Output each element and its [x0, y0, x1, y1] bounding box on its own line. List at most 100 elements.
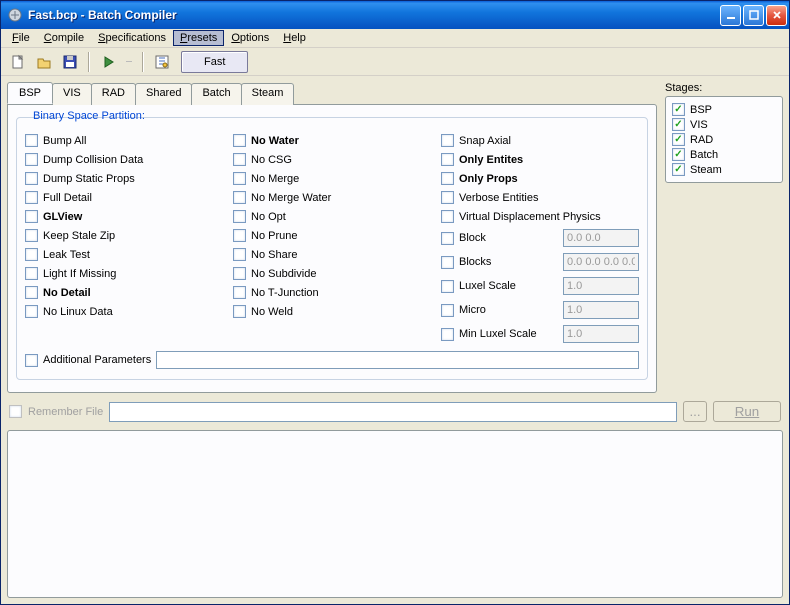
checkbox[interactable]: [233, 305, 246, 318]
browse-button[interactable]: ...: [683, 401, 707, 422]
additional-params-checkbox[interactable]: [25, 354, 38, 367]
stage-label: Batch: [690, 149, 718, 161]
checkbox-label: Blocks: [459, 256, 491, 268]
checkbox[interactable]: [25, 286, 38, 299]
value-input[interactable]: [563, 277, 639, 295]
menu-file[interactable]: File: [5, 30, 37, 46]
tab-vis[interactable]: VIS: [52, 83, 92, 105]
minimize-button[interactable]: [720, 5, 741, 26]
menubar: FileCompileSpecificationsPresetsOptionsH…: [1, 29, 789, 48]
option-no-share: No Share: [233, 248, 433, 261]
tab-shared[interactable]: Shared: [135, 83, 192, 105]
checkbox[interactable]: [441, 210, 454, 223]
checkbox[interactable]: [233, 267, 246, 280]
menu-help[interactable]: Help: [276, 30, 313, 46]
checkbox-label: Full Detail: [43, 192, 92, 204]
option-keep-stale-zip: Keep Stale Zip: [25, 229, 225, 242]
remember-file-input[interactable]: [109, 402, 677, 422]
window-buttons: [720, 5, 787, 26]
option-leak-test: Leak Test: [25, 248, 225, 261]
new-file-button[interactable]: [7, 51, 29, 73]
checkbox[interactable]: [25, 172, 38, 185]
checkbox[interactable]: [441, 256, 454, 269]
open-file-button[interactable]: [33, 51, 55, 73]
options-dropdown-button[interactable]: [123, 51, 135, 73]
option-only-entites: Only Entites: [441, 153, 639, 166]
option-block: Block: [441, 229, 639, 247]
maximize-button[interactable]: [743, 5, 764, 26]
stage-bsp: BSP: [672, 103, 776, 116]
value-input[interactable]: [563, 229, 639, 247]
tab-bsp[interactable]: BSP: [7, 82, 53, 104]
option-no-detail: No Detail: [25, 286, 225, 299]
remember-file-label: Remember File: [28, 406, 103, 418]
option-only-props: Only Props: [441, 172, 639, 185]
checkbox-label: Micro: [459, 304, 486, 316]
stage-checkbox[interactable]: [672, 118, 685, 131]
preset-name-display[interactable]: Fast: [181, 51, 248, 73]
preset-icon-button[interactable]: [151, 51, 173, 73]
checkbox[interactable]: [25, 229, 38, 242]
option-min-luxel-scale: Min Luxel Scale: [441, 325, 639, 343]
checkbox[interactable]: [441, 153, 454, 166]
checkbox[interactable]: [25, 191, 38, 204]
checkbox[interactable]: [441, 280, 454, 293]
checkbox[interactable]: [233, 153, 246, 166]
checkbox[interactable]: [441, 328, 454, 341]
checkbox[interactable]: [233, 229, 246, 242]
stage-checkbox[interactable]: [672, 103, 685, 116]
toolbar: Fast: [1, 48, 789, 76]
menu-specifications[interactable]: Specifications: [91, 30, 173, 46]
checkbox[interactable]: [441, 191, 454, 204]
save-file-button[interactable]: [59, 51, 81, 73]
menu-options[interactable]: Options: [224, 30, 276, 46]
additional-params-input[interactable]: [156, 351, 639, 369]
close-button[interactable]: [766, 5, 787, 26]
option-no-merge-water: No Merge Water: [233, 191, 433, 204]
checkbox[interactable]: [441, 304, 454, 317]
checkbox[interactable]: [441, 232, 454, 245]
checkbox-label: Min Luxel Scale: [459, 328, 537, 340]
checkbox[interactable]: [233, 210, 246, 223]
stage-checkbox[interactable]: [672, 148, 685, 161]
option-virtual-displacement-physics: Virtual Displacement Physics: [441, 210, 639, 223]
tab-steam[interactable]: Steam: [241, 83, 295, 105]
option-dump-collision-data: Dump Collision Data: [25, 153, 225, 166]
checkbox[interactable]: [25, 267, 38, 280]
stage-label: Steam: [690, 164, 722, 176]
value-input[interactable]: [563, 301, 639, 319]
tab-batch[interactable]: Batch: [191, 83, 241, 105]
checkbox[interactable]: [233, 191, 246, 204]
checkbox-label: No CSG: [251, 154, 292, 166]
checkbox[interactable]: [25, 153, 38, 166]
checkbox[interactable]: [441, 134, 454, 147]
run-button[interactable]: Run: [713, 401, 781, 422]
checkbox[interactable]: [25, 134, 38, 147]
checkbox[interactable]: [25, 210, 38, 223]
checkbox[interactable]: [25, 305, 38, 318]
options-column-1: Bump AllDump Collision DataDump Static P…: [25, 134, 225, 343]
stages-panel-wrap: Stages: BSPVISRADBatchSteam: [665, 82, 783, 393]
value-input[interactable]: [563, 253, 639, 271]
checkbox-label: No Detail: [43, 287, 91, 299]
checkbox-label: No Subdivide: [251, 268, 316, 280]
checkbox-label: Dump Collision Data: [43, 154, 143, 166]
checkbox[interactable]: [233, 248, 246, 261]
menu-compile[interactable]: Compile: [37, 30, 91, 46]
stage-checkbox[interactable]: [672, 133, 685, 146]
checkbox[interactable]: [233, 134, 246, 147]
option-micro: Micro: [441, 301, 639, 319]
stage-checkbox[interactable]: [672, 163, 685, 176]
menu-presets[interactable]: Presets: [173, 30, 224, 46]
checkbox[interactable]: [233, 172, 246, 185]
checkbox[interactable]: [233, 286, 246, 299]
remember-file-checkbox[interactable]: [9, 405, 22, 418]
value-input[interactable]: [563, 325, 639, 343]
main-window: Fast.bcp - Batch Compiler FileCompileSpe…: [0, 0, 790, 605]
checkbox-label: Light If Missing: [43, 268, 116, 280]
option-no-weld: No Weld: [233, 305, 433, 318]
run-compile-button[interactable]: [97, 51, 119, 73]
tab-rad[interactable]: RAD: [91, 83, 136, 105]
checkbox[interactable]: [441, 172, 454, 185]
checkbox[interactable]: [25, 248, 38, 261]
